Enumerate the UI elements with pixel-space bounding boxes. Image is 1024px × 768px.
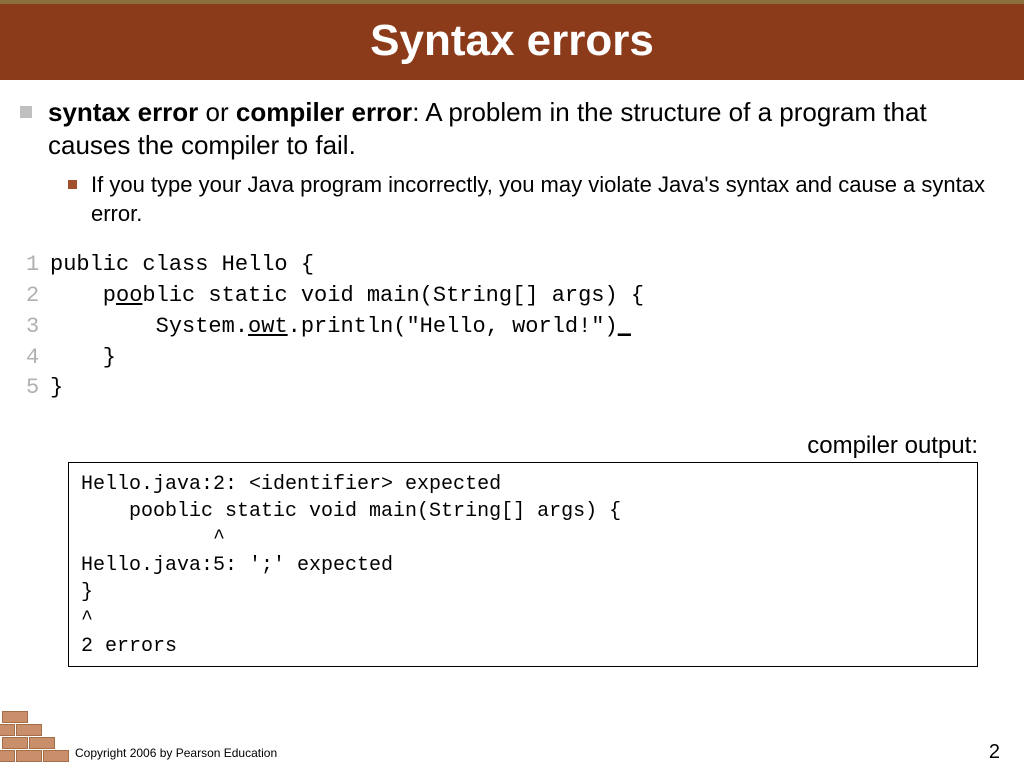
sub-bullet-text: If you type your Java program incorrectl… — [91, 171, 986, 228]
bullet-level1: syntax error or compiler error: A proble… — [20, 96, 986, 161]
bold-term-1: syntax error — [48, 97, 198, 127]
error-underline: owt — [248, 314, 288, 339]
code-line: 3 System.owt.println("Hello, world!")_ — [20, 312, 986, 343]
code-line: 1 public class Hello { — [20, 250, 986, 281]
compiler-output-box: Hello.java:2: <identifier> expected poob… — [68, 462, 978, 667]
error-underline: oo — [116, 283, 142, 308]
code-text: } — [50, 373, 63, 404]
text-mid: or — [198, 97, 236, 127]
line-number: 4 — [20, 343, 50, 374]
bold-term-2: compiler error — [236, 97, 412, 127]
bullet-text: syntax error or compiler error: A proble… — [48, 96, 986, 161]
code-text: public class Hello { — [50, 250, 314, 281]
title-bar: Syntax errors — [0, 0, 1024, 80]
slide-footer: Copyright 2006 by Pearson Education — [0, 711, 1024, 762]
slide-content: syntax error or compiler error: A proble… — [0, 80, 1024, 667]
line-number: 5 — [20, 373, 50, 404]
code-text: System.owt.println("Hello, world!")_ — [50, 312, 631, 343]
line-number: 2 — [20, 281, 50, 312]
slide: Syntax errors syntax error or compiler e… — [0, 0, 1024, 768]
bullet-square-icon — [20, 106, 32, 118]
copyright-text: Copyright 2006 by Pearson Education — [75, 746, 277, 760]
page-number: 2 — [989, 741, 1000, 764]
code-line: 5 } — [20, 373, 986, 404]
code-text: pooblic static void main(String[] args) … — [50, 281, 644, 312]
slide-title: Syntax errors — [0, 16, 1024, 66]
code-text: } — [50, 343, 116, 374]
line-number: 1 — [20, 250, 50, 281]
error-underline: _ — [618, 314, 631, 339]
bullet-square-small-icon — [68, 180, 77, 189]
bullet-level2: If you type your Java program incorrectl… — [68, 171, 986, 228]
bricks-decoration-icon — [2, 711, 69, 762]
code-line: 4 } — [20, 343, 986, 374]
code-line: 2 pooblic static void main(String[] args… — [20, 281, 986, 312]
compiler-output-label: compiler output: — [20, 432, 978, 460]
line-number: 3 — [20, 312, 50, 343]
code-sample: 1 public class Hello { 2 pooblic static … — [20, 250, 986, 404]
